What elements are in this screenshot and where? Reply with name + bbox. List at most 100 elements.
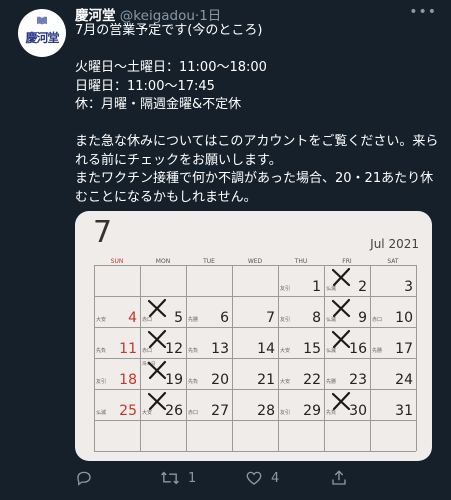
calendar-day-cell: 先勝 23: [324, 358, 370, 389]
calendar-day-cell: 赤口 10: [370, 296, 416, 327]
tweet-line: またワクチン接種で何か不調があった場合、20・21あたり休むことになるかもしれま…: [75, 171, 434, 205]
calendar-day-cell: 友引 29: [278, 389, 324, 420]
day-number: 19: [165, 372, 183, 388]
calendar-day-cell: 赤口 5: [140, 296, 186, 327]
tweet-header: 慶河堂 @keigadou·1日: [75, 4, 221, 24]
weekday-label: WED: [247, 258, 263, 265]
share-button[interactable]: [330, 469, 348, 487]
weekday-label: THU: [294, 258, 308, 265]
rokuyo-note: 友引: [96, 379, 107, 385]
rokuyo-note: 先勝: [372, 348, 383, 354]
day-number: 16: [349, 341, 367, 357]
more-dots-icon: •••: [409, 4, 437, 20]
calendar-day-cell: 友引 1: [278, 265, 324, 296]
rokuyo-note: 赤口: [372, 317, 383, 323]
day-number: 12: [165, 341, 183, 357]
calendar-day-cell: [94, 265, 140, 296]
day-number: 18: [119, 372, 137, 388]
day-number: 3: [404, 279, 413, 295]
rokuyo-note: 友引: [280, 286, 291, 292]
calendar-day-cell: 赤口 12: [140, 327, 186, 358]
day-number: 6: [220, 310, 229, 326]
day-number: 29: [303, 403, 321, 419]
day-number: 14: [257, 341, 275, 357]
day-number: 20: [211, 372, 229, 388]
closed-x-mark-icon: [147, 298, 167, 318]
calendar-day-cell: 14: [232, 327, 278, 358]
calendar-day-cell: 仏滅 25: [94, 389, 140, 420]
tweet-text: 7月の営業予定です(今のところ) 火曜日～土曜日：11:00～18:00 日曜日…: [75, 22, 445, 207]
day-number: 27: [211, 403, 229, 419]
day-number: 13: [211, 341, 229, 357]
calendar-day-cell: 24: [370, 358, 416, 389]
retweet-icon: [161, 471, 179, 485]
calendar-day-cell: 海の日 19: [140, 358, 186, 389]
calendar-day-cell: 先負 11: [94, 327, 140, 358]
day-number: 15: [303, 341, 321, 357]
rokuyo-note: 先負: [188, 348, 199, 354]
calendar-day-cell: 21: [232, 358, 278, 389]
weekday-label: FRI: [342, 258, 352, 265]
calendar-year-label: Jul 2021: [370, 237, 419, 251]
calendar-day-cell: 先勝 17: [370, 327, 416, 358]
calendar-day-cell: 28: [232, 389, 278, 420]
tweet-image-calendar[interactable]: 7 Jul 2021 友引 1 仏滅 2 3 大安 4 赤口 5 先勝 6 7 友引 8 仏滅 9 赤口 10 先負…: [75, 211, 432, 461]
rokuyo-note: 大安: [96, 317, 107, 323]
calendar-day-cell: 大安 22: [278, 358, 324, 389]
day-number: 1: [312, 279, 321, 295]
day-number: 25: [119, 403, 137, 419]
like-button[interactable]: 4: [245, 469, 279, 487]
calendar-day-cell: 先負 30: [324, 389, 370, 420]
retweet-count: 1: [188, 470, 197, 486]
tweet-line: また急な休みについてはこのアカウントをご覧ください。来られる前にチェックをお願い…: [75, 134, 439, 168]
like-count: 4: [271, 470, 280, 486]
calendar-day-cell: 先勝 6: [186, 296, 232, 327]
share-icon: [332, 470, 346, 485]
weekday-label: SAT: [387, 258, 399, 265]
day-number: 28: [257, 403, 275, 419]
calendar-day-cell: 仏滅 16: [324, 327, 370, 358]
rokuyo-note: 赤口: [188, 410, 199, 416]
day-number: 30: [349, 403, 367, 419]
calendar-day-cell: 大安 4: [94, 296, 140, 327]
more-button[interactable]: •••: [409, 4, 437, 20]
calendar-day-cell: 7: [232, 296, 278, 327]
day-number: 5: [174, 310, 183, 326]
calendar-day-cell: 友引 8: [278, 296, 324, 327]
tweet-line: 火曜日～土曜日：11:00～18:00: [75, 60, 267, 75]
calendar-day-cell: 友引 18: [94, 358, 140, 389]
calendar-day-cell: [140, 265, 186, 296]
avatar[interactable]: 慶河堂: [18, 9, 66, 57]
rokuyo-note: 先勝: [326, 379, 337, 385]
rokuyo-note: 友引: [280, 410, 291, 416]
day-number: 23: [349, 372, 367, 388]
calendar-day-cell: 仏滅 9: [324, 296, 370, 327]
rokuyo-note: 大安: [280, 379, 291, 385]
retweet-button[interactable]: 1: [160, 469, 196, 487]
tweet-line: 休：月曜・隔週金曜&不定休: [75, 97, 242, 112]
rokuyo-note: 先負: [188, 379, 199, 385]
rokuyo-note: 先負: [96, 348, 107, 354]
closed-x-mark-icon: [331, 298, 351, 318]
weekday-label: TUE: [203, 258, 215, 265]
calendar-day-cell: 3: [370, 265, 416, 296]
day-number: 21: [257, 372, 275, 388]
day-number: 8: [312, 310, 321, 326]
calendar-day-cell: 仏滅 2: [324, 265, 370, 296]
calendar-day-cell: [186, 265, 232, 296]
rokuyo-note: 仏滅: [96, 410, 107, 416]
reply-button[interactable]: [75, 469, 93, 487]
heart-icon: [246, 471, 262, 485]
grid-line: [416, 265, 417, 451]
weekday-label: MON: [155, 258, 171, 265]
reply-icon: [77, 471, 91, 486]
calendar-day-cell: [232, 265, 278, 296]
tweet-line: 7月の営業予定です(今のところ): [75, 23, 263, 38]
day-number: 26: [165, 403, 183, 419]
day-number: 31: [395, 403, 413, 419]
book-icon: [37, 16, 47, 25]
avatar-logo-text: 慶河堂: [25, 31, 59, 45]
day-number: 17: [395, 341, 413, 357]
rokuyo-note: 先勝: [188, 317, 199, 323]
